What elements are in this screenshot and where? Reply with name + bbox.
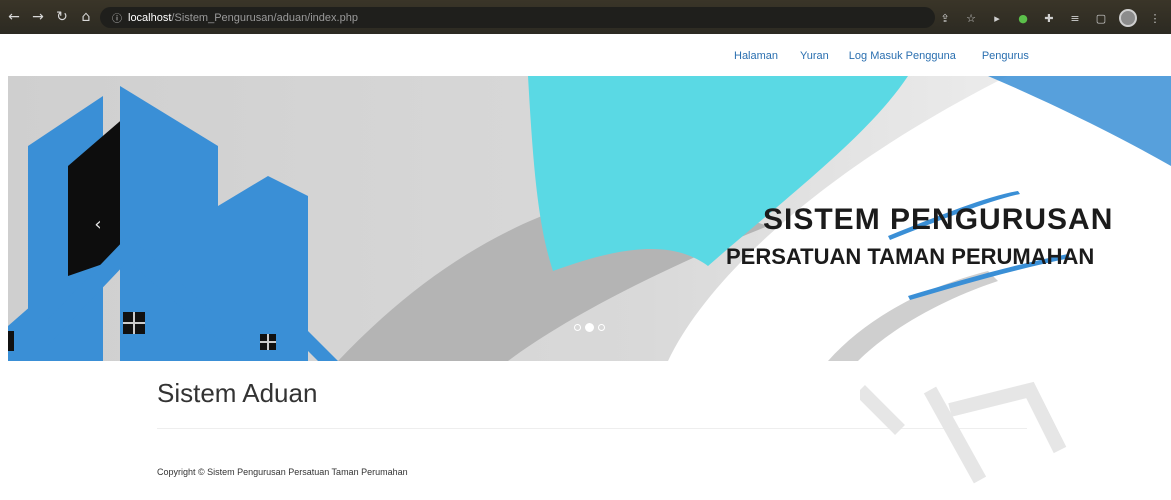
nav-link-log-masuk[interactable]: Log Masuk Pengguna — [849, 50, 956, 62]
divider — [157, 428, 1027, 429]
back-icon[interactable]: ← — [4, 7, 24, 27]
profile-avatar[interactable] — [1119, 9, 1137, 27]
chevron-left-icon: ‹ — [94, 213, 102, 235]
carousel-indicators — [574, 323, 605, 332]
carousel-prev-button[interactable]: ‹ — [78, 184, 118, 264]
nav-link-halaman[interactable]: Halaman — [734, 50, 778, 62]
extension-play-icon[interactable]: ▸ — [989, 10, 1005, 26]
url-host: localhost — [128, 11, 172, 24]
carousel-indicator-1[interactable] — [574, 324, 581, 331]
reload-icon[interactable]: ↻ — [52, 7, 72, 27]
share-icon[interactable]: ⇪ — [937, 10, 953, 26]
nav-link-yuran[interactable]: Yuran — [800, 50, 829, 62]
nav-link-pengurus[interactable]: Pengurus — [982, 50, 1029, 62]
extension-green-icon[interactable]: ● — [1015, 10, 1031, 26]
nav-links: Halaman Yuran Log Masuk Pengguna Penguru… — [734, 50, 1051, 62]
info-icon[interactable]: ⓘ — [112, 10, 122, 25]
banner-caption-title: SISTEM PENGURUSAN — [763, 203, 1114, 236]
carousel-indicator-2[interactable] — [585, 323, 594, 332]
puzzle-icon[interactable]: ✚ — [1041, 10, 1057, 26]
watermark — [860, 381, 1067, 484]
address-bar[interactable]: ⓘ localhost/Sistem_Pengurusan/aduan/inde… — [100, 7, 935, 28]
star-icon[interactable]: ☆ — [963, 10, 979, 26]
browser-extensions: ⇪ ☆ ▸ ● ✚ ≡ ▢ ⋮ — [937, 9, 1163, 27]
forward-icon[interactable]: → — [28, 7, 48, 27]
page-title: Sistem Aduan — [157, 378, 318, 408]
banner-caption-subtitle: PERSATUAN TAMAN PERUMAHAN — [726, 244, 1095, 269]
side-panel-icon[interactable]: ▢ — [1093, 10, 1109, 26]
hero-carousel: SISTEM PENGURUSAN PERSATUAN TAMAN PERUMA… — [8, 76, 1171, 361]
home-icon[interactable]: ⌂ — [76, 7, 96, 27]
site-navbar: Halaman Yuran Log Masuk Pengguna Penguru… — [0, 34, 1171, 76]
reading-list-icon[interactable]: ≡ — [1067, 10, 1083, 26]
carousel-indicator-3[interactable] — [598, 324, 605, 331]
menu-icon[interactable]: ⋮ — [1147, 10, 1163, 26]
footer-copyright: Copyright © Sistem Pengurusan Persatuan … — [157, 467, 408, 477]
browser-toolbar: ← → ↻ ⌂ ⓘ localhost/Sistem_Pengurusan/ad… — [0, 0, 1171, 34]
url-path: /Sistem_Pengurusan/aduan/index.php — [171, 11, 358, 24]
